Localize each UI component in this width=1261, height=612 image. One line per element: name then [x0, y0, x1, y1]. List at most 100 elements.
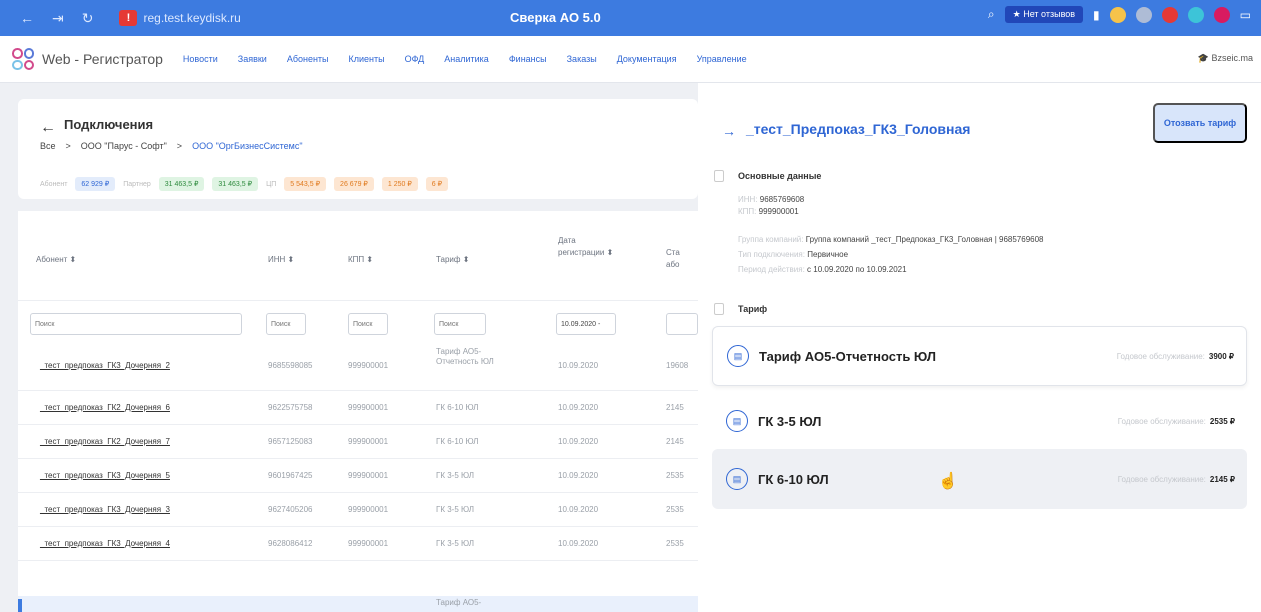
- menu-item-clients[interactable]: Клиенты: [349, 54, 385, 64]
- user-name: Bzseic.ma: [1211, 53, 1253, 63]
- breadcrumb-parus[interactable]: ООО "Парус - Софт": [81, 141, 167, 151]
- browser-extensions: ⌕ ★ Нет отзывов ▮ ▭: [988, 6, 1251, 23]
- summary-chip: 1 250 ₽: [381, 177, 418, 191]
- col-header-date[interactable]: Дата регистрации ⬍: [558, 235, 622, 259]
- table-row[interactable]: _тест_предпоказ_ГК3_Дочерняя_2 968559808…: [18, 343, 698, 391]
- status-cell: 2145: [666, 403, 684, 412]
- tariff-name: ГК 6-10 ЮЛ: [758, 471, 829, 487]
- selection-indicator: [18, 599, 22, 612]
- date-cell: 10.09.2020: [558, 361, 599, 370]
- price-value: 3900 ₽: [1208, 351, 1234, 361]
- date-cell: 10.09.2020: [558, 539, 599, 548]
- cap-icon: 🎓: [1197, 53, 1209, 63]
- status-cell: 2535: [666, 505, 684, 514]
- breadcrumb-all[interactable]: Все: [40, 141, 56, 151]
- menu-item-ofd[interactable]: ОФД: [405, 54, 425, 64]
- extension-icon[interactable]: [1187, 6, 1204, 23]
- tariff-card[interactable]: ▤ ГК 3-5 ЮЛ Годовое обслуживание: 2535 ₽: [712, 391, 1247, 451]
- col-header-tarif[interactable]: Тариф ⬍: [436, 255, 469, 264]
- tariff-doc-icon: ▤: [726, 468, 748, 490]
- date-cell: 10.09.2020: [558, 471, 599, 480]
- tariff-price: Годовое обслуживание: 2145 ₽: [1118, 475, 1235, 484]
- search-icon[interactable]: ⌕: [988, 7, 995, 22]
- extension-icon[interactable]: [1109, 6, 1126, 23]
- filter-tarif-input[interactable]: [434, 313, 486, 335]
- user-menu[interactable]: 🎓 Bzseic.ma: [1198, 53, 1253, 64]
- table-row[interactable]: _тест_предпоказ_ГК3_Дочерняя_4 962808641…: [18, 527, 698, 561]
- table-row[interactable]: _тест_предпоказ_ГК3_Дочерняя_3 962740520…: [18, 493, 698, 527]
- bookmark-icon[interactable]: ▮: [1093, 8, 1100, 22]
- kpp-field: КПП: 999900001: [738, 207, 799, 216]
- menu-item-news[interactable]: Новости: [183, 54, 218, 64]
- inn-cell: 9657125083: [268, 437, 313, 446]
- app-navbar: Web - Регистратор Новости Заявки Абонент…: [0, 36, 1261, 83]
- menu-item-subscribers[interactable]: Абоненты: [287, 54, 329, 64]
- abonent-link[interactable]: _тест_предпоказ_ГК3_Дочерняя_2: [40, 361, 170, 370]
- col-header-inn[interactable]: ИНН ⬍: [268, 255, 294, 264]
- summary-chip: 26 679 ₽: [334, 177, 374, 191]
- abonent-link[interactable]: _тест_предпоказ_ГК3_Дочерняя_5: [40, 471, 170, 480]
- kpp-cell: 999900001: [348, 403, 389, 412]
- browser-nav: ← ⇥ ↻: [20, 10, 93, 27]
- table-row[interactable]: _тест_предпоказ_ГК2_Дочерняя_7 965712508…: [18, 425, 698, 459]
- menu-item-requests[interactable]: Заявки: [238, 54, 267, 64]
- filter-status-input[interactable]: [666, 313, 698, 335]
- table-row-selected[interactable]: Тариф АО5-: [18, 596, 698, 612]
- address-bar[interactable]: ! reg.test.keydisk.ru: [119, 10, 241, 26]
- tariff-card[interactable]: ▤ ГК 6-10 ЮЛ Годовое обслуживание: 2145 ₽: [712, 449, 1247, 509]
- col-header-abonent[interactable]: Абонент ⬍: [36, 255, 76, 264]
- menu-item-finance[interactable]: Финансы: [509, 54, 547, 64]
- col-header-status[interactable]: Ста або: [666, 247, 690, 271]
- filter-inn-input[interactable]: [266, 313, 306, 335]
- brand-name: Web - Регистратор: [42, 51, 163, 67]
- inn-value: 9685769608: [759, 195, 805, 204]
- menu-item-orders[interactable]: Заказы: [567, 54, 597, 64]
- menu-item-analytics[interactable]: Аналитика: [444, 54, 489, 64]
- kpp-cell: 999900001: [348, 361, 389, 370]
- table-row[interactable]: _тест_предпоказ_ГК3_Дочерняя_5 960196742…: [18, 459, 698, 493]
- reviews-badge[interactable]: ★ Нет отзывов: [1004, 6, 1084, 23]
- back-arrow-icon[interactable]: ←: [40, 119, 56, 137]
- price-label: Годовое обслуживание:: [1116, 351, 1205, 361]
- tariff-card[interactable]: ▤ Тариф АО5-Отчетность ЮЛ Годовое обслуж…: [712, 326, 1247, 386]
- abonent-link[interactable]: _тест_предпоказ_ГК3_Дочерняя_4: [40, 539, 170, 548]
- arrow-right-icon[interactable]: →: [722, 123, 736, 139]
- extension-icon[interactable]: [1213, 6, 1230, 23]
- inn-cell: 9627405206: [268, 505, 313, 514]
- type-value: Первичное: [807, 250, 849, 259]
- opera-icon[interactable]: [1161, 6, 1178, 23]
- status-cell: 19608: [666, 361, 689, 370]
- tarif-cell: ГК 6-10 ЮЛ: [436, 437, 479, 446]
- tarif-cell: ГК 3-5 ЮЛ: [436, 505, 474, 514]
- summary-chip: 5 543,5 ₽: [284, 177, 327, 191]
- page-title: Подключения: [64, 117, 154, 132]
- menu-item-management[interactable]: Управление: [697, 54, 747, 64]
- section-main-data: Основные данные: [738, 171, 822, 181]
- breadcrumb-current[interactable]: ООО "ОргБизнесСистемс": [192, 141, 302, 151]
- filter-kpp-input[interactable]: [348, 313, 388, 335]
- back-icon[interactable]: ←: [20, 10, 34, 27]
- connections-table: Абонент ⬍ ИНН ⬍ КПП ⬍ Тариф ⬍ Дата регис…: [18, 211, 698, 612]
- abonent-link[interactable]: _тест_предпоказ_ГК2_Дочерняя_6: [40, 403, 170, 412]
- filter-row: [18, 313, 698, 339]
- abonent-link[interactable]: _тест_предпоказ_ГК2_Дочерняя_7: [40, 437, 170, 446]
- tarif-cell: Тариф АО5- Отчетность ЮЛ: [436, 347, 494, 366]
- filter-date-input[interactable]: [556, 313, 616, 335]
- price-label: Годовое обслуживание:: [1117, 416, 1206, 426]
- kpp-cell: 999900001: [348, 437, 389, 446]
- logo-icon: [12, 48, 34, 70]
- tariff-price: Годовое обслуживание: 2535 ₽: [1118, 417, 1235, 426]
- col-header-kpp[interactable]: КПП ⬍: [348, 255, 373, 264]
- filter-abonent-input[interactable]: [30, 313, 242, 335]
- revoke-tariff-button[interactable]: Отозвать тариф: [1153, 103, 1247, 143]
- summary-chip: 62 929 ₽: [75, 177, 116, 191]
- section-tariff: Тариф: [738, 304, 768, 314]
- reload-icon[interactable]: ↻: [82, 10, 94, 27]
- menu-item-docs[interactable]: Документация: [617, 54, 677, 64]
- summary-chip: 6 ₽: [425, 177, 449, 191]
- abonent-link[interactable]: _тест_предпоказ_ГК3_Дочерняя_3: [40, 505, 170, 514]
- forward-icon[interactable]: ⇥: [52, 10, 64, 27]
- extension-icon[interactable]: [1135, 6, 1152, 23]
- detail-title: _тест_Предпоказ_ГК3_Головная: [746, 121, 971, 137]
- table-row[interactable]: _тест_предпоказ_ГК2_Дочерняя_6 962257575…: [18, 391, 698, 425]
